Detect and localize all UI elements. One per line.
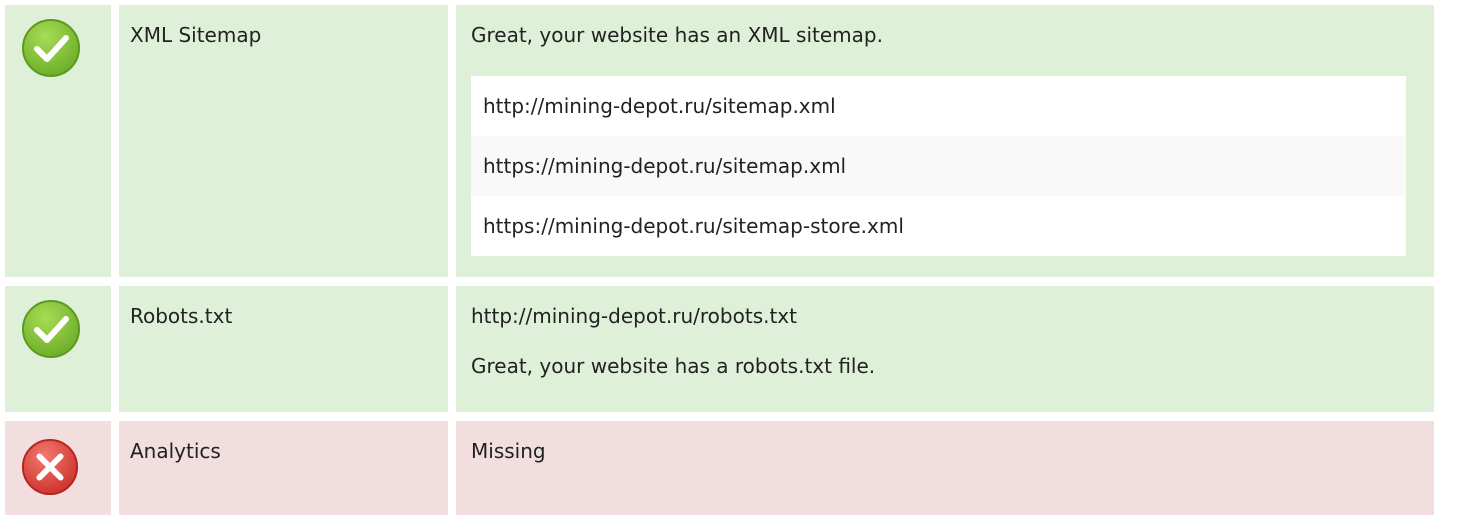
check-name-cell: XML Sitemap <box>119 5 448 277</box>
checkmark-circle-icon <box>22 19 80 77</box>
status-cell <box>5 5 111 277</box>
report-row-analytics: Analytics Missing <box>5 421 1434 515</box>
check-name: Robots.txt <box>130 304 233 328</box>
robots-url: http://mining-depot.ru/robots.txt <box>471 304 797 328</box>
check-result-cell: Great, your website has an XML sitemap. … <box>456 5 1434 277</box>
check-result-cell: http://mining-depot.ru/robots.txt Great,… <box>456 286 1434 412</box>
check-name-cell: Robots.txt <box>119 286 448 412</box>
check-name: Analytics <box>130 439 221 463</box>
check-name: XML Sitemap <box>130 23 262 47</box>
status-cell <box>5 286 111 412</box>
seo-report-table: XML Sitemap Great, your website has an X… <box>0 0 1459 515</box>
check-message: Missing <box>471 439 546 463</box>
report-row-robots-txt: Robots.txt http://mining-depot.ru/robots… <box>5 286 1434 412</box>
cross-circle-icon <box>21 438 79 496</box>
check-message: Great, your website has a robots.txt fil… <box>471 354 876 378</box>
sitemap-url: http://mining-depot.ru/sitemap.xml <box>483 94 836 118</box>
status-cell <box>5 421 111 515</box>
sitemap-url: https://mining-depot.ru/sitemap.xml <box>471 136 1406 196</box>
report-row-xml-sitemap: XML Sitemap Great, your website has an X… <box>5 5 1434 277</box>
checkmark-circle-icon <box>22 300 80 358</box>
sitemap-url-list: http://mining-depot.ru/sitemap.xml https… <box>471 76 1406 256</box>
sitemap-url: https://mining-depot.ru/sitemap-store.xm… <box>483 214 904 238</box>
check-name-cell: Analytics <box>119 421 448 515</box>
check-message: Great, your website has an XML sitemap. <box>471 23 883 47</box>
check-result-cell: Missing <box>456 421 1434 515</box>
